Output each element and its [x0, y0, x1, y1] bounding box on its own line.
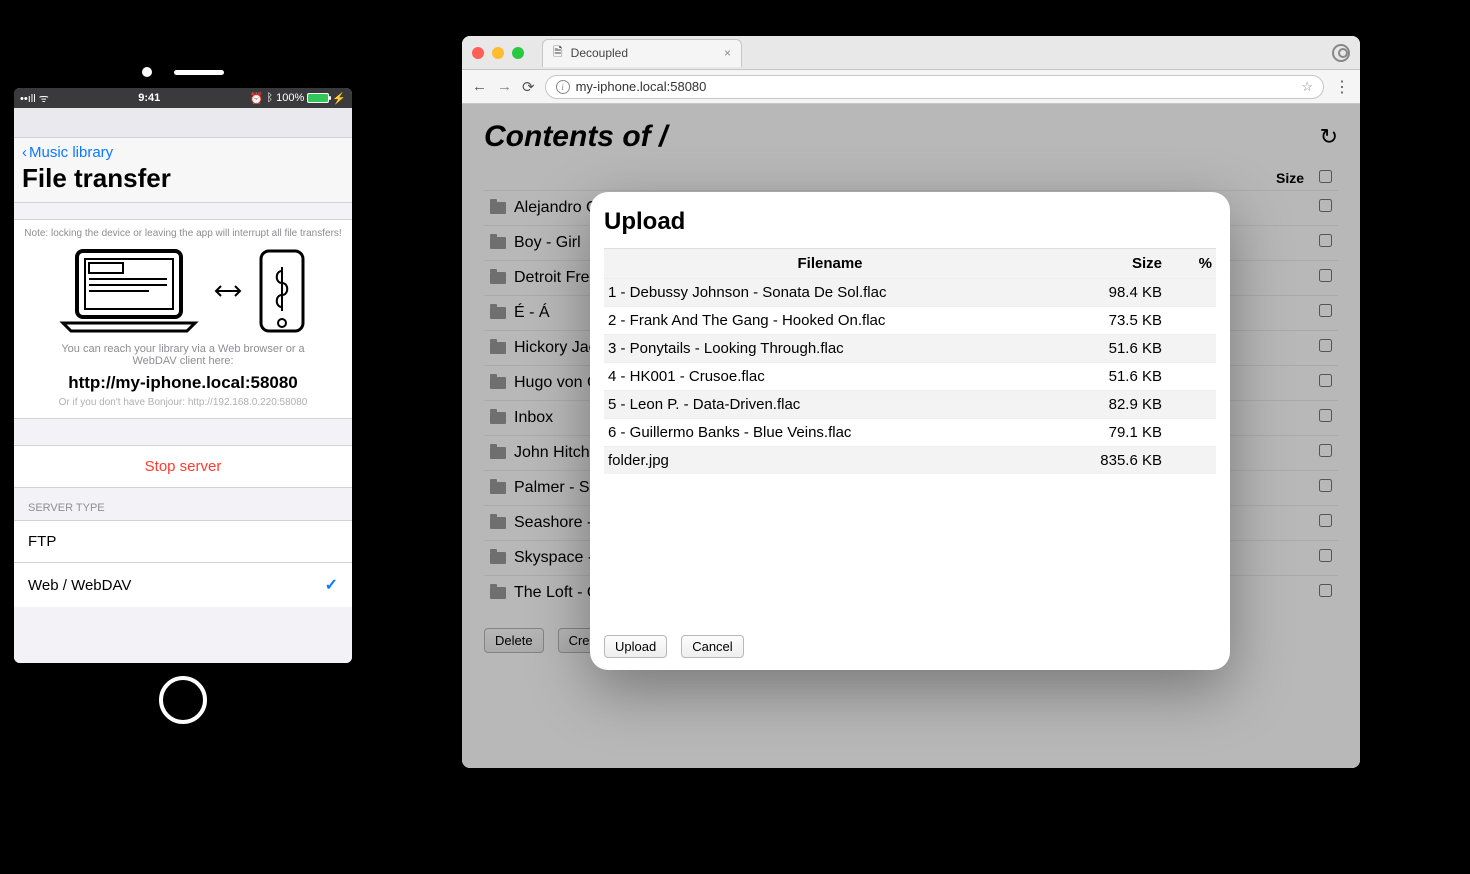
- profile-icon[interactable]: [1332, 44, 1350, 62]
- home-button[interactable]: [159, 676, 207, 724]
- tab-title: Decoupled: [571, 46, 628, 60]
- upload-size: 98.4 KB: [1056, 279, 1166, 307]
- upload-row: 6 - Guillermo Banks - Blue Veins.flac79.…: [604, 419, 1216, 447]
- status-bar: ••ıll ᯤ 9:41 ⏰ ᛒ 100% ⚡: [14, 88, 352, 108]
- option-label: Web / WebDAV: [28, 577, 131, 594]
- signal-icon: ••ıll ᯤ: [20, 91, 49, 106]
- close-tab-icon[interactable]: ×: [724, 46, 731, 60]
- upload-filename: 3 - Ponytails - Looking Through.flac: [604, 335, 1056, 363]
- upload-size: 79.1 KB: [1056, 419, 1166, 447]
- phone-icon: [257, 249, 307, 333]
- browser-tab[interactable]: 🗎 Decoupled ×: [542, 39, 742, 67]
- upload-row: folder.jpg835.6 KB: [604, 447, 1216, 475]
- status-time: 9:41: [138, 92, 160, 104]
- browser-titlebar: 🗎 Decoupled ×: [462, 36, 1360, 70]
- alarm-icon: ⏰: [250, 92, 264, 105]
- server-type-ftp[interactable]: FTP: [14, 520, 352, 562]
- reach-instructions: You can reach your library via a Web bro…: [14, 339, 352, 371]
- col-filename: Filename: [604, 249, 1056, 279]
- upload-filename: 6 - Guillermo Banks - Blue Veins.flac: [604, 419, 1056, 447]
- upload-filename: 4 - HK001 - Crusoe.flac: [604, 363, 1056, 391]
- server-type-header: SERVER TYPE: [14, 488, 352, 520]
- browser-toolbar: ← → ⟳ i my-iphone.local:58080 ☆ ⋮: [462, 70, 1360, 104]
- chevron-left-icon: ‹: [22, 144, 27, 161]
- home-button-area: [14, 663, 352, 737]
- minimize-window-button[interactable]: [492, 47, 504, 59]
- checkmark-icon: ✓: [325, 575, 338, 595]
- iphone-mockup: ••ıll ᯤ 9:41 ⏰ ᛒ 100% ⚡ ‹ Music library …: [14, 56, 352, 737]
- upload-table: Filename Size % 1 - Debussy Johnson - So…: [604, 248, 1216, 474]
- modal-title: Upload: [604, 208, 1216, 236]
- bluetooth-icon: ᛒ: [267, 92, 274, 104]
- battery-icon: [307, 93, 329, 103]
- upload-button[interactable]: Upload: [604, 635, 667, 658]
- back-label: Music library: [29, 144, 113, 161]
- forward-button[interactable]: →: [497, 78, 512, 95]
- upload-row: 3 - Ponytails - Looking Through.flac51.6…: [604, 335, 1216, 363]
- upload-size: 51.6 KB: [1056, 363, 1166, 391]
- transfer-warning-note: Note: locking the device or leaving the …: [14, 220, 352, 239]
- upload-row: 2 - Frank And The Gang - Hooked On.flac7…: [604, 307, 1216, 335]
- upload-filename: 2 - Frank And The Gang - Hooked On.flac: [604, 307, 1056, 335]
- stop-server-button[interactable]: Stop server: [14, 445, 352, 488]
- laptop-icon: [59, 245, 199, 337]
- bookmark-star-icon[interactable]: ☆: [1301, 79, 1313, 95]
- maximize-window-button[interactable]: [512, 47, 524, 59]
- phone-notch: [14, 56, 352, 88]
- upload-modal: Upload Filename Size % 1 - Debussy Johns…: [590, 192, 1230, 670]
- reload-button[interactable]: ⟳: [522, 78, 535, 96]
- upload-row: 5 - Leon P. - Data-Driven.flac82.9 KB: [604, 391, 1216, 419]
- transfer-diagram: [14, 239, 352, 339]
- charging-icon: ⚡: [332, 92, 346, 105]
- upload-size: 835.6 KB: [1056, 447, 1166, 475]
- upload-size: 51.6 KB: [1056, 335, 1166, 363]
- back-button[interactable]: ‹ Music library: [22, 144, 344, 161]
- server-type-webdav[interactable]: Web / WebDAV ✓: [14, 562, 352, 607]
- page-viewport: Contents of / ↻ Size Alejandro CaBoy - G…: [462, 104, 1360, 768]
- upload-filename: 1 - Debussy Johnson - Sonata De Sol.flac: [604, 279, 1056, 307]
- address-text: my-iphone.local:58080: [576, 79, 707, 94]
- option-label: FTP: [28, 533, 56, 550]
- upload-row: 1 - Debussy Johnson - Sonata De Sol.flac…: [604, 279, 1216, 307]
- battery-pct: 100%: [276, 92, 304, 104]
- nav-bar: ‹ Music library File transfer: [14, 138, 352, 203]
- traffic-lights: [472, 47, 524, 59]
- browser-menu-icon[interactable]: ⋮: [1334, 77, 1350, 97]
- close-window-button[interactable]: [472, 47, 484, 59]
- browser-window: 🗎 Decoupled × ← → ⟳ i my-iphone.local:58…: [462, 36, 1360, 768]
- page-title: File transfer: [22, 163, 344, 194]
- address-bar[interactable]: i my-iphone.local:58080 ☆: [545, 75, 1324, 99]
- upload-filename: folder.jpg: [604, 447, 1056, 475]
- upload-size: 73.5 KB: [1056, 307, 1166, 335]
- upload-filename: 5 - Leon P. - Data-Driven.flac: [604, 391, 1056, 419]
- background-app-row: [14, 108, 352, 138]
- back-button[interactable]: ←: [472, 78, 487, 95]
- col-size: Size: [1056, 249, 1166, 279]
- col-percent: %: [1166, 249, 1216, 279]
- upload-row: 4 - HK001 - Crusoe.flac51.6 KB: [604, 363, 1216, 391]
- transfer-arrows-icon: [213, 276, 243, 306]
- page-icon: 🗎: [553, 43, 563, 64]
- phone-screen: ••ıll ᯤ 9:41 ⏰ ᛒ 100% ⚡ ‹ Music library …: [14, 88, 352, 663]
- bonjour-fallback: Or if you don't have Bonjour: http://192…: [14, 395, 352, 418]
- site-info-icon[interactable]: i: [556, 80, 570, 94]
- server-url: http://my-iphone.local:58080: [14, 371, 352, 395]
- upload-size: 82.9 KB: [1056, 391, 1166, 419]
- cancel-button[interactable]: Cancel: [681, 635, 743, 658]
